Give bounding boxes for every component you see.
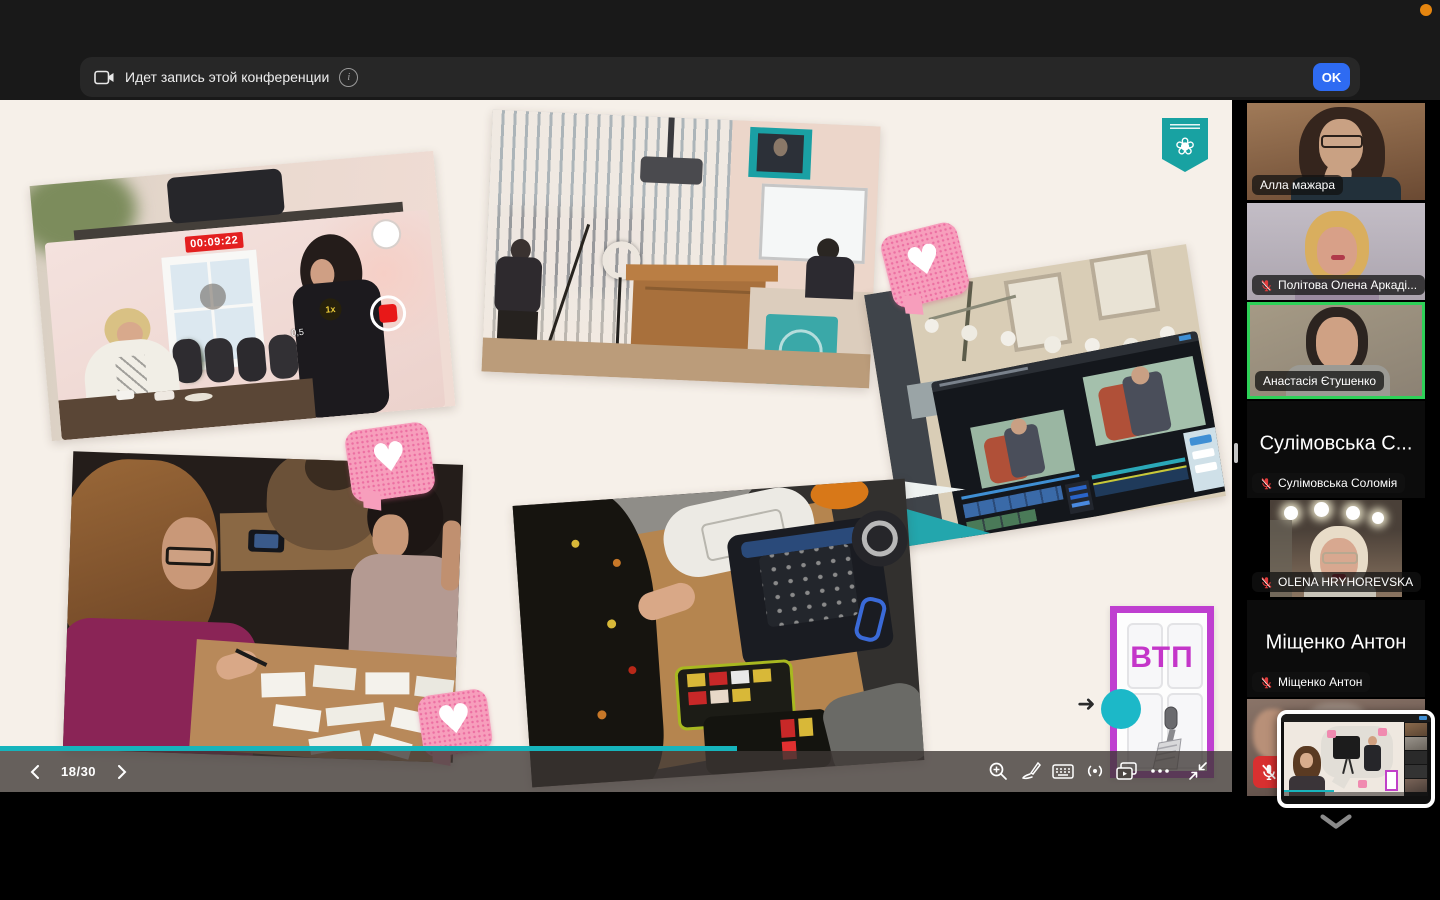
participant-name: Політова Олена Аркаді... xyxy=(1278,278,1417,292)
participant-name-label: Анастасія Єтушенко xyxy=(1255,371,1384,391)
participant-name: OLENA HRYHOREVSKA xyxy=(1278,575,1413,589)
muted-mic-icon xyxy=(1260,279,1273,292)
participant-name-label: Міщенко Антон xyxy=(1252,672,1370,692)
muted-mic-icon xyxy=(1260,676,1273,689)
university-logo xyxy=(1162,118,1208,172)
page-indicator: 18/30 xyxy=(61,764,96,779)
camera-zoom-alt: 0,5 xyxy=(291,327,304,338)
notification-text: Идет запись этой конференции xyxy=(125,69,329,85)
recording-camera-icon xyxy=(94,70,115,85)
participant-name-label: OLENA HRYHOREVSKA xyxy=(1252,572,1421,592)
slide-photo-classroom xyxy=(481,110,880,389)
annotate-pen-icon[interactable] xyxy=(1021,761,1041,781)
participant-name: Сулімовська Соломія xyxy=(1278,476,1397,490)
previous-slide-button[interactable] xyxy=(30,765,39,779)
remote-control-icon[interactable] xyxy=(1084,761,1106,781)
participant-tile-alla[interactable]: Алла мажара xyxy=(1247,103,1425,200)
zoom-meeting-window: Идет запись этой конференции i OK xyxy=(0,0,1440,900)
sidebar-scrollbar[interactable] xyxy=(1234,443,1238,463)
keyboard-icon[interactable] xyxy=(1052,761,1074,781)
next-slide-button[interactable] xyxy=(118,765,127,779)
slide-photo-workshop xyxy=(63,451,463,762)
participant-name: Міщенко Антон xyxy=(1278,675,1362,689)
participant-display-name: Сулімовська С... xyxy=(1247,432,1425,455)
slides-icon[interactable] xyxy=(1116,761,1138,781)
phone-screen: 00:09:22 1x 0,5 xyxy=(45,209,446,440)
slide-photo-equipment xyxy=(513,479,925,788)
participant-name-label: Алла мажара xyxy=(1252,175,1343,195)
collapse-sidebar-button[interactable] xyxy=(1314,806,1358,838)
muted-mic-icon xyxy=(1260,477,1273,490)
participant-tile-politova[interactable]: Політова Олена Аркаді... xyxy=(1247,203,1425,300)
screen-recording-dot xyxy=(1420,4,1432,16)
zoom-in-icon[interactable] xyxy=(988,761,1008,781)
door-sticker-label: ВТП xyxy=(1117,641,1207,675)
info-icon[interactable]: i xyxy=(339,68,358,87)
muted-mic-icon xyxy=(1260,576,1273,589)
participant-tile-anastasiia[interactable]: Анастасія Єтушенко xyxy=(1247,302,1425,399)
ok-button[interactable]: OK xyxy=(1313,63,1350,91)
recording-timestamp: 00:09:22 xyxy=(185,232,244,253)
participant-name: Анастасія Єтушенко xyxy=(1263,374,1376,388)
participant-name-label: Сулімовська Соломія xyxy=(1252,473,1405,493)
recording-notification-bar: Идет запись этой конференции i OK xyxy=(80,57,1360,97)
shared-screen-slide: 00:09:22 1x 0,5 xyxy=(0,100,1232,792)
presentation-toolbar: 18/30 xyxy=(0,751,1232,792)
self-view-thumbnail[interactable] xyxy=(1277,710,1435,808)
editing-laptop-screen xyxy=(931,331,1226,543)
participant-tile-olena[interactable]: OLENA HRYHOREVSKA xyxy=(1247,500,1425,597)
participant-tile-mishchenko[interactable]: Міщенко Антон Міщенко Антон xyxy=(1247,600,1425,697)
minimize-icon[interactable] xyxy=(1188,761,1208,781)
participant-tile-sulimovska[interactable]: Сулімовська С... Сулімовська Соломія xyxy=(1247,401,1425,498)
slide-photo-phone-interview: 00:09:22 1x 0,5 xyxy=(30,151,456,441)
participant-name-label: Політова Олена Аркаді... xyxy=(1252,275,1425,295)
arrow-cursor: ➜ xyxy=(1077,691,1095,717)
participant-name: Алла мажара xyxy=(1260,178,1335,192)
more-icon[interactable] xyxy=(1149,761,1171,781)
like-sticker xyxy=(343,421,436,504)
door-knob-dot xyxy=(1101,689,1141,729)
participant-display-name: Міщенко Антон xyxy=(1247,631,1425,654)
